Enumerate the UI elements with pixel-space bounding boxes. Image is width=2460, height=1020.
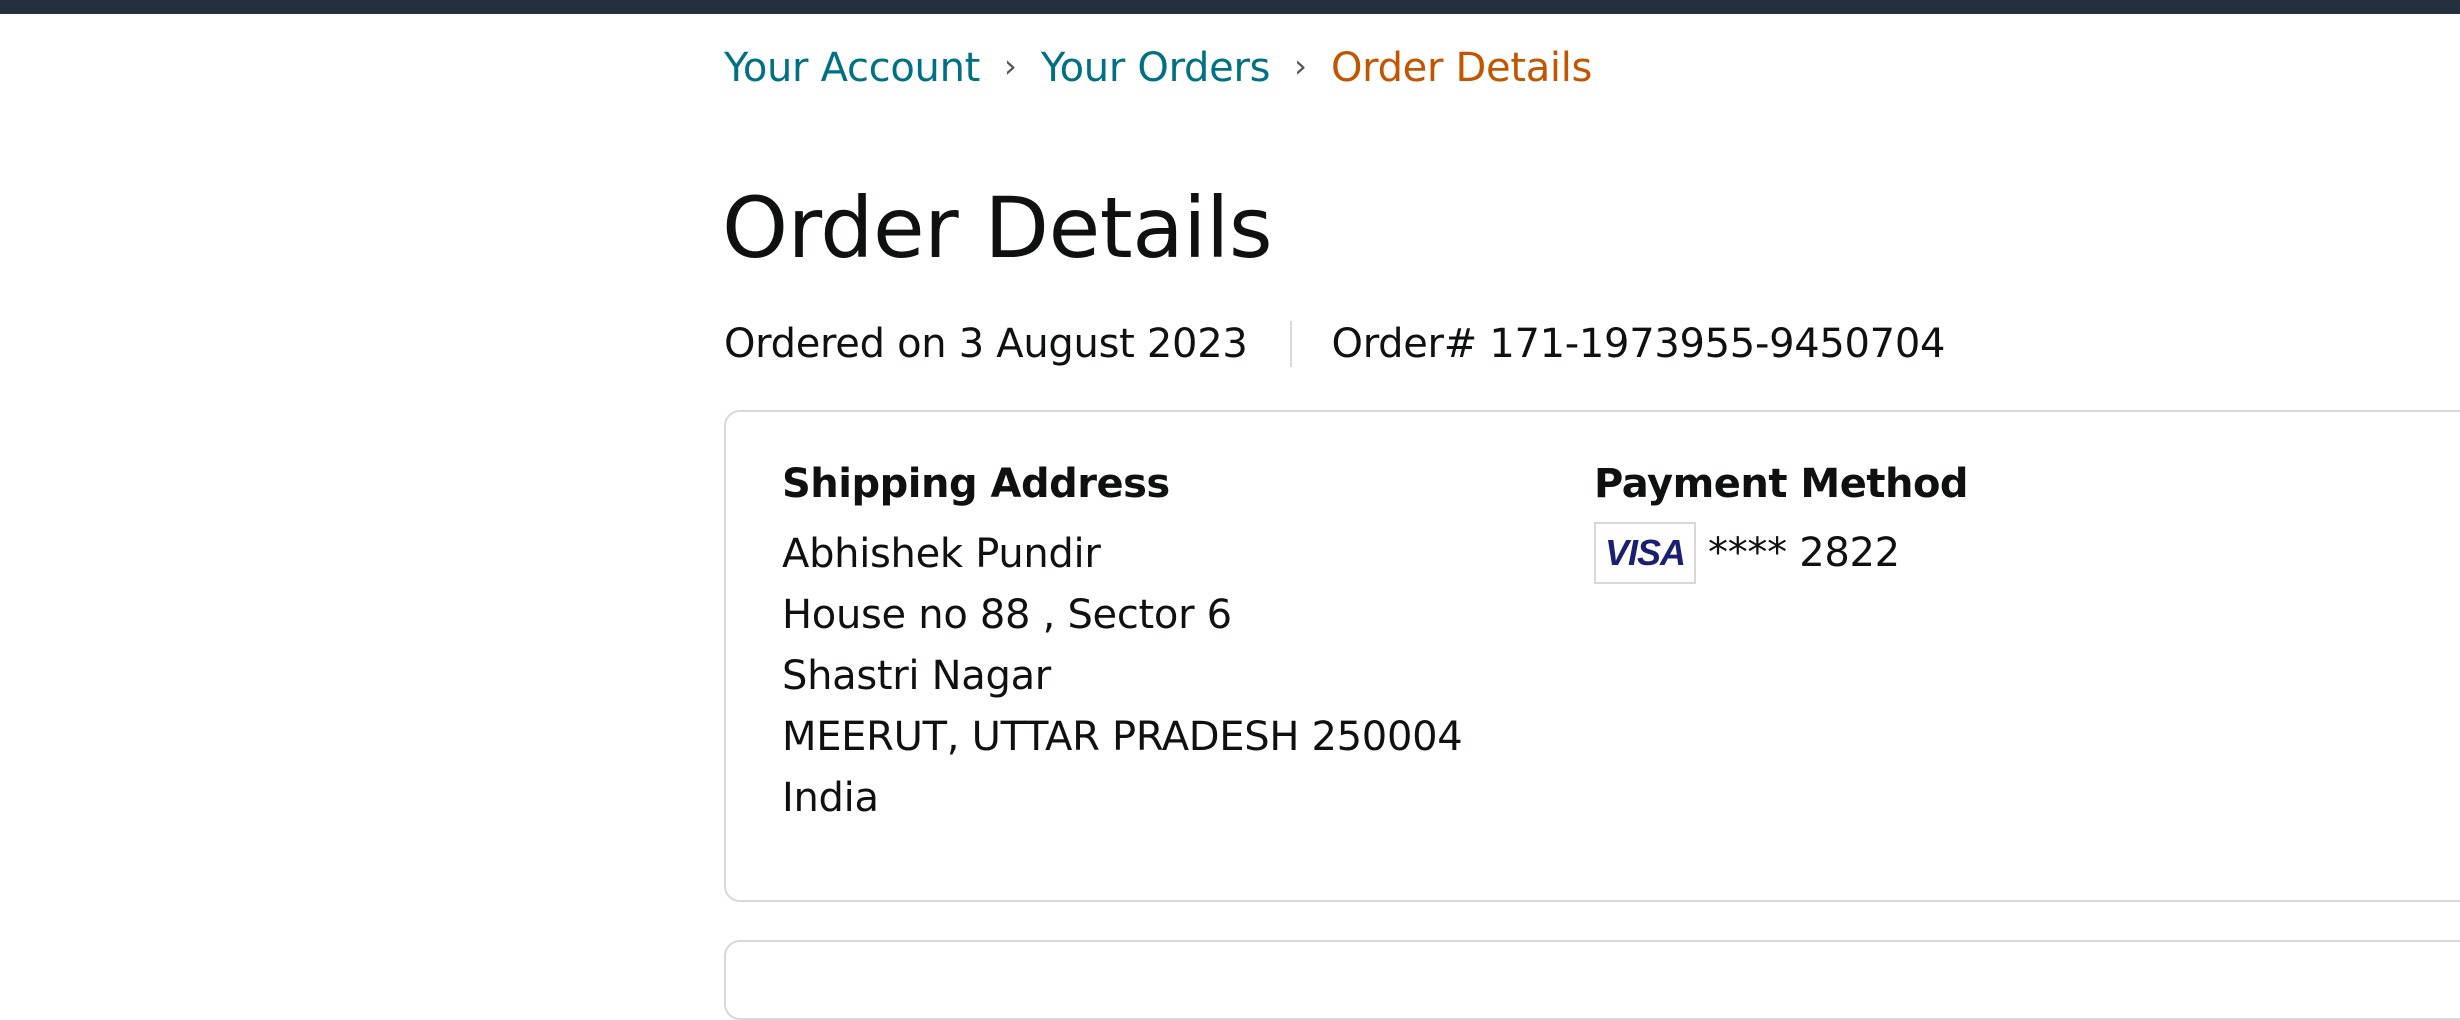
payment-card-row: VISA **** 2822 [1594,522,1968,584]
order-date: Ordered on 3 August 2023 [724,321,1248,367]
meta-divider [1289,321,1292,367]
order-meta: Ordered on 3 August 2023 Order# 171-1973… [724,314,1945,374]
shipping-address-line-2: Shastri Nagar [782,653,1051,699]
order-details-box: Shipping Address Abhishek Pundir House n… [724,410,2460,902]
breadcrumb-your-account-link[interactable]: Your Account [724,45,980,91]
shipping-address-section: Shipping Address Abhishek Pundir House n… [782,456,1463,829]
shipping-address-heading: Shipping Address [782,461,1170,507]
breadcrumb-separator-icon: › [1294,47,1307,85]
breadcrumb-current-page: Order Details [1330,45,1593,91]
shipping-name: Abhishek Pundir [782,531,1101,577]
breadcrumb: Your Account › Your Orders › Order Detai… [724,40,1592,96]
order-number: Order# 171-1973955-9450704 [1331,321,1946,367]
breadcrumb-separator-icon: › [1004,47,1017,85]
top-navigation-bar [0,0,2460,14]
visa-card-icon: VISA [1594,522,1696,584]
shipping-address-line-1: House no 88 , Sector 6 [782,592,1232,638]
payment-method-section: Payment Method VISA **** 2822 [1594,456,1969,584]
shipping-city-state-zip: MEERUT, UTTAR PRADESH 250004 [782,714,1463,760]
visa-card-brand: VISA [1604,532,1686,573]
breadcrumb-your-orders-link[interactable]: Your Orders [1041,45,1271,91]
shipping-country: India [782,775,879,821]
order-items-box [724,940,2460,1020]
payment-method-heading: Payment Method [1594,461,1969,507]
page-title: Order Details [722,179,1273,277]
card-number-masked: **** 2822 [1708,530,1900,576]
